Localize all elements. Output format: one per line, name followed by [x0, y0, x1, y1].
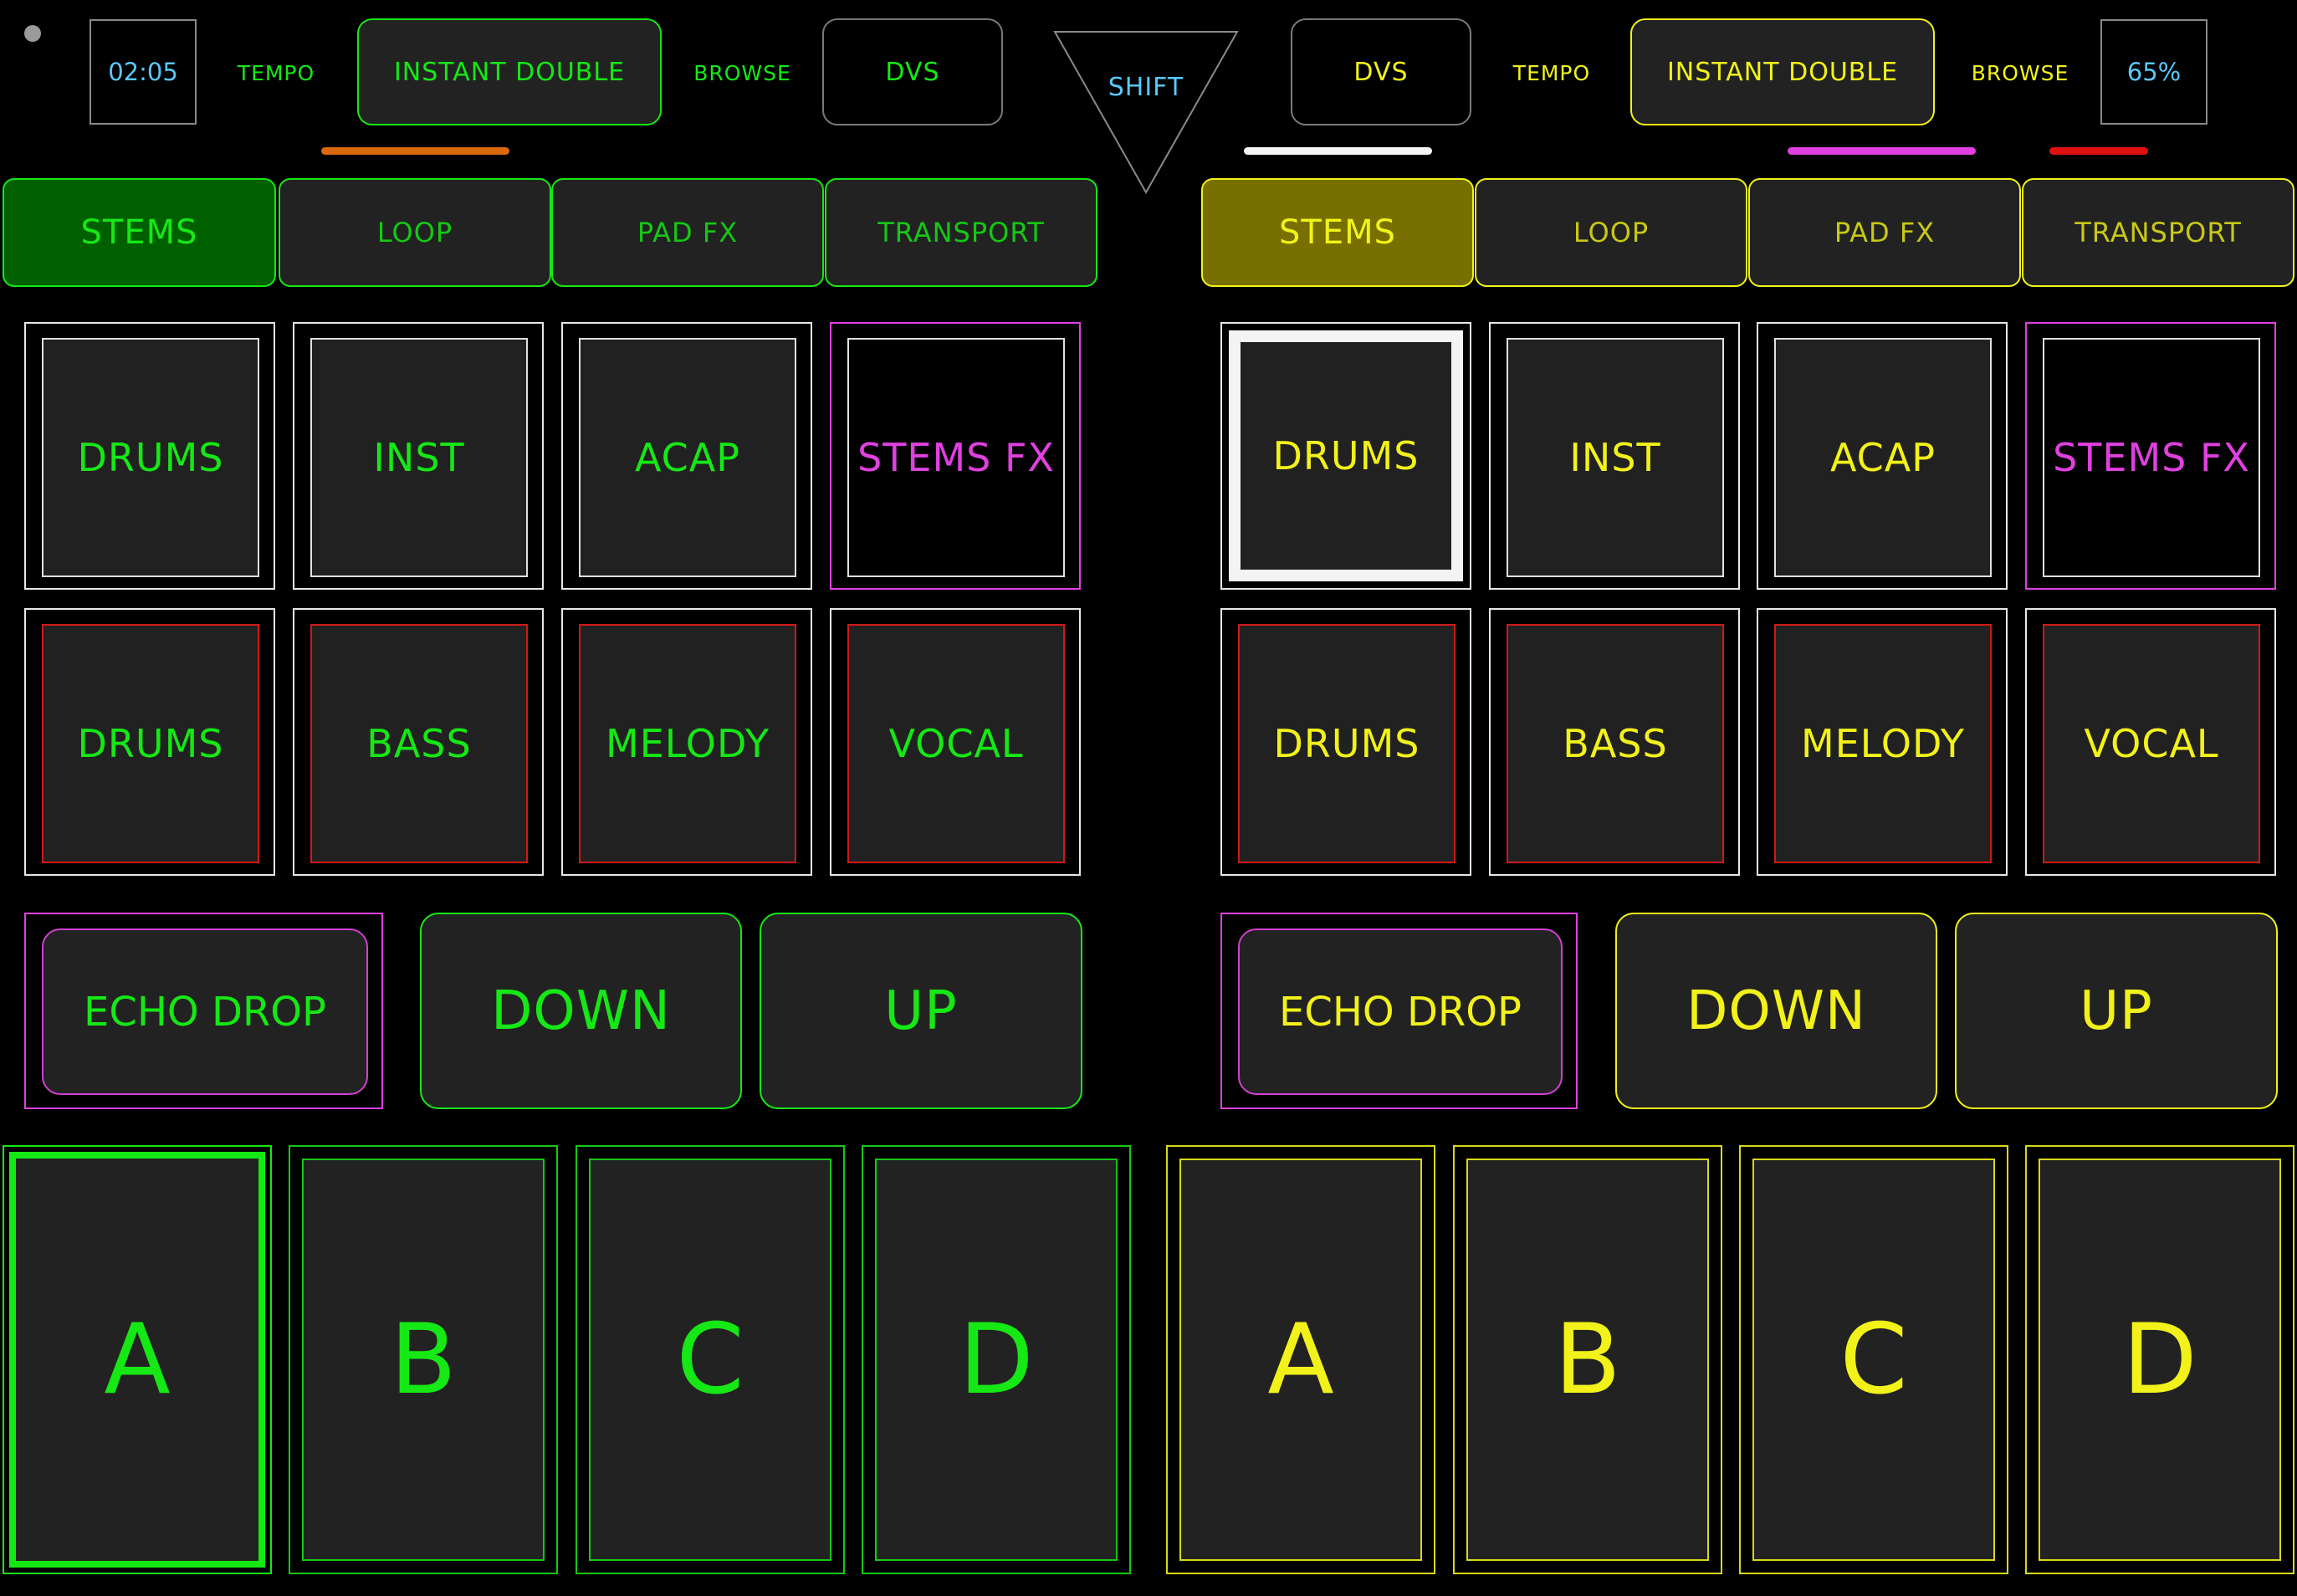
hotcue-label: A [1179, 1159, 1422, 1561]
right-hotcue-d[interactable]: D [2025, 1145, 2294, 1574]
pad-label: MELODY [579, 624, 796, 863]
left-pad-drums-stem[interactable]: DRUMS [24, 322, 275, 590]
left-pad-melody[interactable]: MELODY [561, 608, 812, 876]
right-browse-label[interactable]: BROWSE [1966, 59, 2074, 87]
pad-label: DRUMS [42, 338, 259, 577]
pad-label: DRUMS [1238, 624, 1455, 863]
left-dvs-button[interactable]: DVS [822, 18, 1003, 125]
right-hotcue-a[interactable]: A [1166, 1145, 1435, 1574]
left-instant-indicator [321, 147, 509, 155]
left-tab-stems[interactable]: STEMS [3, 178, 276, 287]
left-instant-double-button[interactable]: INSTANT DOUBLE [357, 18, 662, 125]
left-tab-loop[interactable]: LOOP [279, 178, 551, 287]
pad-label: DRUMS [1229, 330, 1463, 581]
right-pad-vocal[interactable]: VOCAL [2025, 608, 2276, 876]
right-hotcue-b[interactable]: B [1453, 1145, 1722, 1574]
right-pad-drums-stem[interactable]: DRUMS [1220, 322, 1471, 590]
right-hotcue-c[interactable]: C [1739, 1145, 2008, 1574]
left-pad-vocal[interactable]: VOCAL [830, 608, 1081, 876]
left-up-button[interactable]: UP [760, 913, 1082, 1109]
right-pad-bass[interactable]: BASS [1489, 608, 1740, 876]
hotcue-label: B [302, 1159, 545, 1561]
time-display: 02:05 [90, 19, 197, 125]
hotcue-label: D [875, 1159, 1118, 1561]
right-pad-acap-stem[interactable]: ACAP [1757, 322, 2008, 590]
pad-label: VOCAL [2043, 624, 2260, 863]
hotcue-label: B [1466, 1159, 1709, 1561]
left-hotcue-d[interactable]: D [862, 1145, 1131, 1574]
shift-button[interactable] [1050, 28, 1242, 196]
left-pad-drums[interactable]: DRUMS [24, 608, 275, 876]
left-tab-pad-fx[interactable]: PAD FX [551, 178, 824, 287]
percent-display: 65% [2100, 19, 2207, 125]
right-pad-drums[interactable]: DRUMS [1220, 608, 1471, 876]
right-tab-stems[interactable]: STEMS [1201, 178, 1474, 287]
left-hotcue-a[interactable]: A [3, 1145, 272, 1574]
left-down-button[interactable]: DOWN [420, 913, 742, 1109]
shift-label: SHIFT [1108, 72, 1184, 102]
pad-label: ACAP [1774, 338, 1992, 577]
right-dvs-button[interactable]: DVS [1291, 18, 1471, 125]
right-tab-transport[interactable]: TRANSPORT [2022, 178, 2294, 287]
right-pad-stems-fx[interactable]: STEMS FX [2025, 322, 2276, 590]
left-tab-transport[interactable]: TRANSPORT [825, 178, 1097, 287]
status-dot [24, 25, 41, 42]
pad-label: MELODY [1774, 624, 1992, 863]
pad-label: BASS [1507, 624, 1724, 863]
right-instant-double-button[interactable]: INSTANT DOUBLE [1630, 18, 1935, 125]
left-hotcue-c[interactable]: C [576, 1145, 845, 1574]
hotcue-label: A [9, 1152, 265, 1568]
pad-label: ACAP [579, 338, 796, 577]
right-up-button[interactable]: UP [1955, 913, 2278, 1109]
left-hotcue-b[interactable]: B [289, 1145, 558, 1574]
right-echo-drop-button[interactable]: ECHO DROP [1220, 913, 1578, 1109]
left-pad-stems-fx[interactable]: STEMS FX [830, 322, 1081, 590]
pad-label: INST [1507, 338, 1724, 577]
right-pad-inst-stem[interactable]: INST [1489, 322, 1740, 590]
echo-drop-label: ECHO DROP [42, 928, 368, 1095]
right-down-button[interactable]: DOWN [1615, 913, 1937, 1109]
echo-drop-label: ECHO DROP [1238, 928, 1563, 1095]
right-browse-indicator [2049, 147, 2148, 155]
pad-label: BASS [310, 624, 528, 863]
right-tab-loop[interactable]: LOOP [1475, 178, 1747, 287]
pad-label: INST [310, 338, 528, 577]
hotcue-label: C [1752, 1159, 1995, 1561]
right-dvs-indicator [1244, 147, 1432, 155]
left-pad-acap-stem[interactable]: ACAP [561, 322, 812, 590]
left-browse-label[interactable]: BROWSE [690, 59, 795, 87]
right-tempo-label[interactable]: TEMPO [1501, 59, 1602, 87]
right-tab-pad-fx[interactable]: PAD FX [1748, 178, 2021, 287]
pad-label: STEMS FX [847, 338, 1065, 577]
pad-label: DRUMS [42, 624, 259, 863]
right-instant-indicator [1788, 147, 1976, 155]
left-tempo-label[interactable]: TEMPO [226, 59, 326, 87]
pad-label: STEMS FX [2043, 338, 2260, 577]
right-pad-melody[interactable]: MELODY [1757, 608, 2008, 876]
pad-label: VOCAL [847, 624, 1065, 863]
hotcue-label: D [2039, 1159, 2281, 1561]
hotcue-label: C [589, 1159, 831, 1561]
left-pad-inst-stem[interactable]: INST [293, 322, 544, 590]
left-echo-drop-button[interactable]: ECHO DROP [24, 913, 383, 1109]
left-pad-bass[interactable]: BASS [293, 608, 544, 876]
